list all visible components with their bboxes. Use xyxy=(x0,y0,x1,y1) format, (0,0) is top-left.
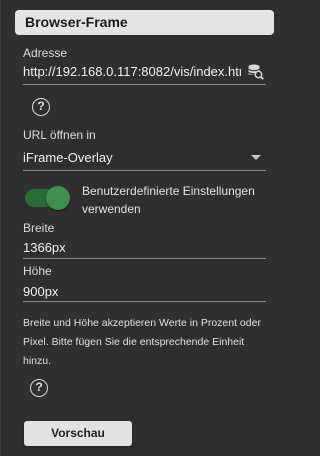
width-underline xyxy=(23,258,266,259)
toggle-knob[interactable] xyxy=(46,186,70,210)
height-underline xyxy=(23,301,266,302)
height-label: Höhe xyxy=(23,264,52,278)
width-label: Breite xyxy=(23,221,55,235)
address-underline xyxy=(23,84,266,85)
chevron-down-icon[interactable] xyxy=(251,155,261,160)
browser-frame-panel: Browser-Frame Adresse http://192.168.0.1… xyxy=(0,0,291,456)
address-label: Adresse xyxy=(23,46,68,60)
help-icon[interactable]: ? xyxy=(30,379,48,397)
open-url-underline xyxy=(23,170,266,171)
help-icon[interactable]: ? xyxy=(32,98,50,116)
open-url-select[interactable]: iFrame-Overlay xyxy=(23,150,113,165)
open-url-label: URL öffnen in xyxy=(23,128,96,142)
section-header[interactable]: Browser-Frame xyxy=(15,10,274,35)
preview-button[interactable]: Vorschau xyxy=(24,421,132,446)
width-input[interactable]: 1366px xyxy=(23,240,66,255)
database-search-icon[interactable] xyxy=(247,63,264,80)
size-info-text: Breite und Höhe akzeptieren Werte in Pro… xyxy=(23,317,261,367)
height-input[interactable]: 900px xyxy=(23,284,58,299)
custom-settings-label: Benutzerdefinierte Einstellungen verwend… xyxy=(82,184,255,216)
address-input[interactable]: http://192.168.0.117:8082/vis/index.htm xyxy=(23,64,241,79)
